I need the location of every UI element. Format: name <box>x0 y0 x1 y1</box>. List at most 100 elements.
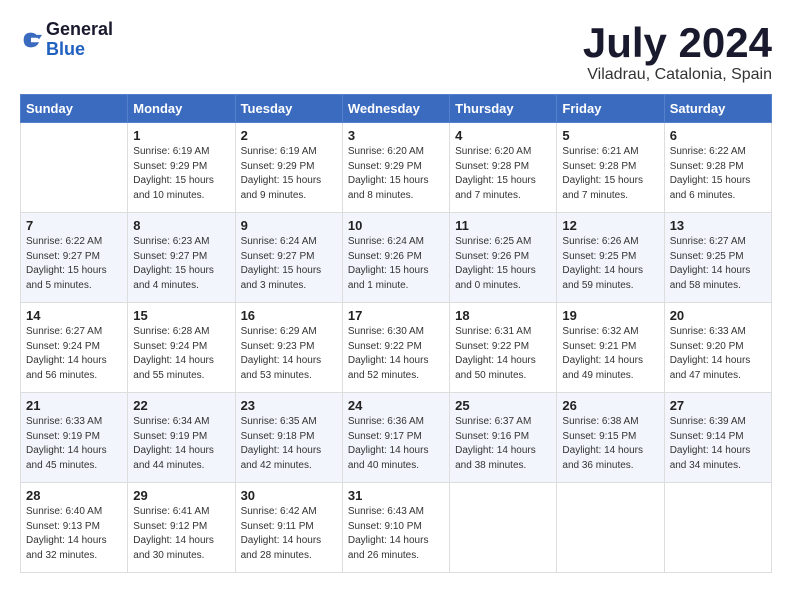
calendar-cell <box>450 483 557 573</box>
calendar-cell: 26 Sunrise: 6:38 AM Sunset: 9:15 PM Dayli… <box>557 393 664 483</box>
cell-info: Sunrise: 6:39 AM Sunset: 9:14 PM Dayligh… <box>670 415 766 473</box>
day-number: 17 <box>348 308 444 323</box>
cell-info: Sunrise: 6:41 AM Sunset: 9:12 PM Dayligh… <box>133 505 229 563</box>
cell-info: Sunrise: 6:20 AM Sunset: 9:28 PM Dayligh… <box>455 145 551 203</box>
day-number: 5 <box>562 128 658 143</box>
day-number: 15 <box>133 308 229 323</box>
day-number: 24 <box>348 398 444 413</box>
calendar-cell: 1 Sunrise: 6:19 AM Sunset: 9:29 PM Daylig… <box>128 123 235 213</box>
week-row: 21 Sunrise: 6:33 AM Sunset: 9:19 PM Dayli… <box>21 393 772 483</box>
calendar-cell: 9 Sunrise: 6:24 AM Sunset: 9:27 PM Daylig… <box>235 213 342 303</box>
day-number: 9 <box>241 218 337 233</box>
calendar-cell: 15 Sunrise: 6:28 AM Sunset: 9:24 PM Dayli… <box>128 303 235 393</box>
calendar-cell: 11Sunrise: 6:25 AM Sunset: 9:26 PM Dayli… <box>450 213 557 303</box>
cell-info: Sunrise: 6:35 AM Sunset: 9:18 PM Dayligh… <box>241 415 337 473</box>
header-sunday: Sunday <box>21 95 128 123</box>
cell-info: Sunrise: 6:21 AM Sunset: 9:28 PM Dayligh… <box>562 145 658 203</box>
calendar-cell: 19Sunrise: 6:32 AM Sunset: 9:21 PM Dayli… <box>557 303 664 393</box>
calendar-cell: 22 Sunrise: 6:34 AM Sunset: 9:19 PM Dayli… <box>128 393 235 483</box>
cell-info: Sunrise: 6:19 AM Sunset: 9:29 PM Dayligh… <box>241 145 337 203</box>
calendar-cell: 18Sunrise: 6:31 AM Sunset: 9:22 PM Dayli… <box>450 303 557 393</box>
day-number: 14 <box>26 308 122 323</box>
day-number: 27 <box>670 398 766 413</box>
calendar-cell: 10Sunrise: 6:24 AM Sunset: 9:26 PM Dayli… <box>342 213 449 303</box>
header-wednesday: Wednesday <box>342 95 449 123</box>
calendar-cell: 20Sunrise: 6:33 AM Sunset: 9:20 PM Dayli… <box>664 303 771 393</box>
cell-info: Sunrise: 6:24 AM Sunset: 9:27 PM Dayligh… <box>241 235 337 293</box>
logo-general: General <box>46 20 113 40</box>
day-number: 23 <box>241 398 337 413</box>
cell-info: Sunrise: 6:19 AM Sunset: 9:29 PM Dayligh… <box>133 145 229 203</box>
day-number: 28 <box>26 488 122 503</box>
month-title: July 2024 <box>583 20 772 66</box>
calendar-cell: 27 Sunrise: 6:39 AM Sunset: 9:14 PM Dayli… <box>664 393 771 483</box>
week-row: 7Sunrise: 6:22 AM Sunset: 9:27 PM Daylig… <box>21 213 772 303</box>
cell-info: Sunrise: 6:37 AM Sunset: 9:16 PM Dayligh… <box>455 415 551 473</box>
calendar-cell <box>557 483 664 573</box>
title-block: July 2024 Viladrau, Catalonia, Spain <box>583 20 772 84</box>
page-header: General Blue July 2024 Viladrau, Catalon… <box>20 20 772 84</box>
header-thursday: Thursday <box>450 95 557 123</box>
header-monday: Monday <box>128 95 235 123</box>
day-number: 21 <box>26 398 122 413</box>
calendar-cell: 30 Sunrise: 6:42 AM Sunset: 9:11 PM Dayli… <box>235 483 342 573</box>
day-number: 6 <box>670 128 766 143</box>
cell-info: Sunrise: 6:34 AM Sunset: 9:19 PM Dayligh… <box>133 415 229 473</box>
cell-info: Sunrise: 6:22 AM Sunset: 9:28 PM Dayligh… <box>670 145 766 203</box>
day-number: 3 <box>348 128 444 143</box>
cell-info: Sunrise: 6:20 AM Sunset: 9:29 PM Dayligh… <box>348 145 444 203</box>
calendar-cell: 28 Sunrise: 6:40 AM Sunset: 9:13 PM Dayli… <box>21 483 128 573</box>
header-row: Sunday Monday Tuesday Wednesday Thursday… <box>21 95 772 123</box>
cell-info: Sunrise: 6:43 AM Sunset: 9:10 PM Dayligh… <box>348 505 444 563</box>
week-row: 28 Sunrise: 6:40 AM Sunset: 9:13 PM Dayli… <box>21 483 772 573</box>
header-friday: Friday <box>557 95 664 123</box>
day-number: 1 <box>133 128 229 143</box>
cell-info: Sunrise: 6:27 AM Sunset: 9:25 PM Dayligh… <box>670 235 766 293</box>
cell-info: Sunrise: 6:42 AM Sunset: 9:11 PM Dayligh… <box>241 505 337 563</box>
cell-info: Sunrise: 6:27 AM Sunset: 9:24 PM Dayligh… <box>26 325 122 383</box>
day-number: 26 <box>562 398 658 413</box>
week-row: 1 Sunrise: 6:19 AM Sunset: 9:29 PM Daylig… <box>21 123 772 213</box>
cell-info: Sunrise: 6:33 AM Sunset: 9:19 PM Dayligh… <box>26 415 122 473</box>
cell-info: Sunrise: 6:36 AM Sunset: 9:17 PM Dayligh… <box>348 415 444 473</box>
logo-text: General Blue <box>46 20 113 60</box>
logo-icon <box>20 29 42 51</box>
cell-info: Sunrise: 6:30 AM Sunset: 9:22 PM Dayligh… <box>348 325 444 383</box>
calendar-cell <box>21 123 128 213</box>
calendar-cell: 25Sunrise: 6:37 AM Sunset: 9:16 PM Dayli… <box>450 393 557 483</box>
cell-info: Sunrise: 6:40 AM Sunset: 9:13 PM Dayligh… <box>26 505 122 563</box>
location: Viladrau, Catalonia, Spain <box>583 66 772 84</box>
calendar-cell: 4 Sunrise: 6:20 AM Sunset: 9:28 PM Daylig… <box>450 123 557 213</box>
logo-blue: Blue <box>46 40 113 60</box>
logo: General Blue <box>20 20 113 60</box>
day-number: 31 <box>348 488 444 503</box>
calendar-cell: 8Sunrise: 6:23 AM Sunset: 9:27 PM Daylig… <box>128 213 235 303</box>
cell-info: Sunrise: 6:24 AM Sunset: 9:26 PM Dayligh… <box>348 235 444 293</box>
cell-info: Sunrise: 6:25 AM Sunset: 9:26 PM Dayligh… <box>455 235 551 293</box>
cell-info: Sunrise: 6:31 AM Sunset: 9:22 PM Dayligh… <box>455 325 551 383</box>
cell-info: Sunrise: 6:26 AM Sunset: 9:25 PM Dayligh… <box>562 235 658 293</box>
day-number: 13 <box>670 218 766 233</box>
cell-info: Sunrise: 6:22 AM Sunset: 9:27 PM Dayligh… <box>26 235 122 293</box>
day-number: 30 <box>241 488 337 503</box>
calendar-cell: 5 Sunrise: 6:21 AM Sunset: 9:28 PM Daylig… <box>557 123 664 213</box>
calendar-cell: 29 Sunrise: 6:41 AM Sunset: 9:12 PM Dayli… <box>128 483 235 573</box>
day-number: 29 <box>133 488 229 503</box>
header-tuesday: Tuesday <box>235 95 342 123</box>
day-number: 22 <box>133 398 229 413</box>
calendar-cell: 6 Sunrise: 6:22 AM Sunset: 9:28 PM Daylig… <box>664 123 771 213</box>
calendar-cell: 2 Sunrise: 6:19 AM Sunset: 9:29 PM Daylig… <box>235 123 342 213</box>
cell-info: Sunrise: 6:28 AM Sunset: 9:24 PM Dayligh… <box>133 325 229 383</box>
day-number: 2 <box>241 128 337 143</box>
cell-info: Sunrise: 6:23 AM Sunset: 9:27 PM Dayligh… <box>133 235 229 293</box>
cell-info: Sunrise: 6:38 AM Sunset: 9:15 PM Dayligh… <box>562 415 658 473</box>
day-number: 20 <box>670 308 766 323</box>
calendar-cell: 14 Sunrise: 6:27 AM Sunset: 9:24 PM Dayli… <box>21 303 128 393</box>
calendar-cell: 3 Sunrise: 6:20 AM Sunset: 9:29 PM Daylig… <box>342 123 449 213</box>
header-saturday: Saturday <box>664 95 771 123</box>
calendar-cell: 12 Sunrise: 6:26 AM Sunset: 9:25 PM Dayli… <box>557 213 664 303</box>
calendar-table: Sunday Monday Tuesday Wednesday Thursday… <box>20 94 772 573</box>
calendar-cell: 23 Sunrise: 6:35 AM Sunset: 9:18 PM Dayli… <box>235 393 342 483</box>
day-number: 4 <box>455 128 551 143</box>
day-number: 12 <box>562 218 658 233</box>
